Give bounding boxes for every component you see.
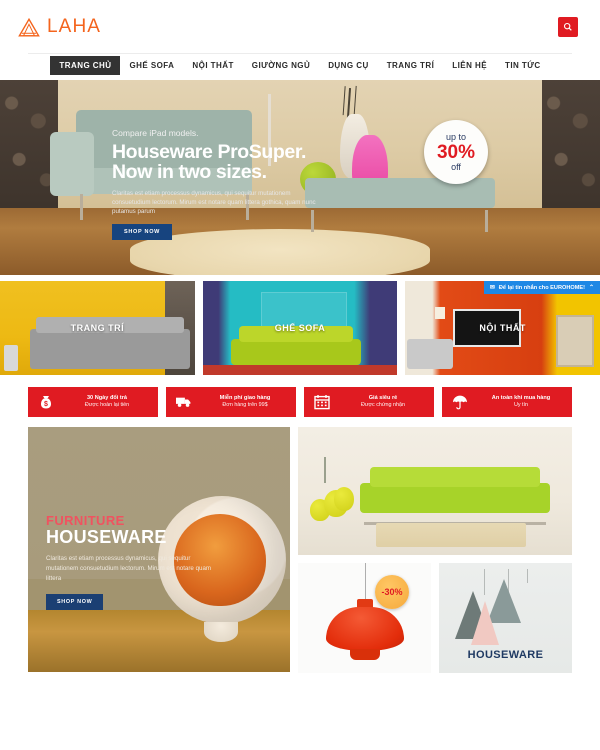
product-card-green-sofa[interactable]	[298, 427, 572, 555]
nav-item-5[interactable]: TRANG TRÍ	[378, 56, 444, 75]
feature-item-0[interactable]: $30 Ngày đổi trả Được hoàn lại tiền	[28, 387, 158, 417]
discount-badge: -30%	[375, 575, 409, 609]
brand-logo[interactable]: LAHA	[18, 16, 101, 38]
pear-decor	[310, 481, 356, 521]
search-icon	[563, 22, 572, 31]
nav-item-1[interactable]: GHẾ SOFA	[120, 56, 183, 75]
feature-item-2[interactable]: Giá siêu rẻ Được chứng nhận	[304, 387, 434, 417]
mini-product-row: -30% HOUSEWARE	[298, 563, 572, 673]
nav-item-6[interactable]: LIÊN HỆ	[443, 56, 496, 75]
product-card-red-lamp[interactable]: -30%	[298, 563, 431, 673]
feature-strip: $30 Ngày đổi trả Được hoàn lại tiền Miễn p…	[0, 381, 600, 423]
search-button[interactable]	[558, 17, 578, 37]
feature-title: Giá siêu rẻ	[368, 394, 398, 401]
feature-text: Miễn phí giao hàng Đơn hàng trên 99$	[200, 395, 290, 410]
hero-shop-now-button[interactable]: SHOP NOW	[112, 224, 173, 240]
houseware-label: HOUSEWARE	[467, 649, 544, 661]
nav-item-7[interactable]: TIN TỨC	[496, 56, 550, 75]
badge-up-to-text: up to	[445, 131, 467, 142]
chevron-up-icon[interactable]: ⌃	[589, 284, 594, 291]
promo-kicker: FURNITURE	[46, 513, 125, 528]
category-card-noi-that[interactable]: NỘI THẤT ✉ Để lại tin nhắn cho EUROHOME!…	[405, 281, 600, 375]
category-label: NỘI THẤT	[479, 323, 526, 333]
nav-item-4[interactable]: DỤNG CỤ	[319, 56, 377, 75]
feature-text: 30 Ngày đổi trả Được hoàn lại tiền	[62, 395, 152, 410]
hero-kicker: Compare iPad models.	[112, 128, 199, 138]
feature-subtitle: Uy tín	[513, 402, 529, 409]
category-label: TRANG TRÍ	[70, 323, 125, 333]
delivery-truck-icon	[176, 394, 192, 410]
feature-title: 30 Ngày đổi trả	[86, 394, 128, 401]
triangle-house-logo-icon	[18, 17, 40, 36]
calendar-icon	[314, 394, 330, 410]
svg-text:$: $	[44, 401, 48, 408]
main-navigation: TRANG CHỦ GHẾ SOFA NỘI THẤT GIƯỜNG NGỦ DỤNG …	[0, 54, 600, 80]
category-card-ghe-sofa[interactable]: GHẾ SOFA	[202, 281, 398, 375]
feature-subtitle: Đơn hàng trên 99$	[222, 402, 268, 409]
hero-description: Claritas est etiam processus dynamicus, …	[112, 190, 316, 215]
promo-title: HOUSEWARE	[46, 527, 167, 547]
hero-banner: Compare iPad models. Houseware ProSuper.…	[0, 80, 600, 275]
category-label: GHẾ SOFA	[274, 323, 326, 333]
feature-title: An toàn khi mua hàng	[491, 394, 551, 401]
nav-item-3[interactable]: GIƯỜNG NGỦ	[243, 56, 319, 75]
hero-title-line1: Houseware ProSuper.	[112, 141, 306, 163]
feature-item-1[interactable]: Miễn phí giao hàng Đơn hàng trên 99$	[166, 387, 296, 417]
brand-name: LAHA	[47, 16, 102, 37]
feature-text: An toàn khi mua hàng Uy tín	[476, 395, 566, 410]
hero-title-line2: Now in two sizes.	[112, 161, 267, 183]
chat-widget-bar[interactable]: ✉ Để lại tin nhắn cho EUROHOME! ⌃	[483, 281, 600, 294]
category-card-trang-tri[interactable]: TRANG TRÍ	[0, 281, 195, 375]
money-bag-icon: $	[38, 394, 54, 410]
nav-item-2[interactable]: NỘI THẤT	[183, 56, 242, 75]
product-showcase: FURNITURE HOUSEWARE Claritas est etiam p…	[0, 423, 600, 673]
feature-item-3[interactable]: An toàn khi mua hàng Uy tín	[442, 387, 572, 417]
feature-text: Giá siêu rẻ Được chứng nhận	[338, 395, 428, 410]
showcase-right-column: -30% HOUSEWARE	[298, 427, 572, 673]
promo-description: Claritas est etiam processus dynamicus, …	[46, 555, 212, 582]
chat-widget-label: Để lại tin nhắn cho EUROHOME!	[498, 284, 585, 291]
feature-subtitle: Được hoàn lại tiền	[84, 402, 130, 409]
nav-item-0[interactable]: TRANG CHỦ	[50, 56, 121, 75]
promo-furniture-houseware[interactable]: FURNITURE HOUSEWARE Claritas est etiam p…	[28, 427, 290, 672]
hero-discount-badge: up to 30% off	[424, 120, 488, 184]
hero-copy: Compare iPad models. Houseware ProSuper.…	[112, 128, 362, 240]
promo-shop-now-button[interactable]: SHOP NOW	[46, 594, 104, 610]
pendant-lamp-icon	[471, 601, 499, 645]
feature-subtitle: Được chứng nhận	[360, 402, 406, 409]
site-header: LAHA	[0, 0, 600, 54]
feature-title: Miễn phí giao hàng	[219, 394, 271, 401]
showcase-left-column: FURNITURE HOUSEWARE Claritas est etiam p…	[28, 427, 290, 673]
umbrella-icon	[452, 394, 468, 410]
badge-percent: 30%	[436, 141, 476, 163]
envelope-icon: ✉	[489, 285, 495, 291]
badge-off-text: off	[451, 161, 461, 172]
category-banners: TRANG TRÍ GHẾ SOFA NỘI THẤT ✉ Để lại tin…	[0, 275, 600, 381]
product-card-houseware[interactable]: HOUSEWARE	[439, 563, 572, 673]
